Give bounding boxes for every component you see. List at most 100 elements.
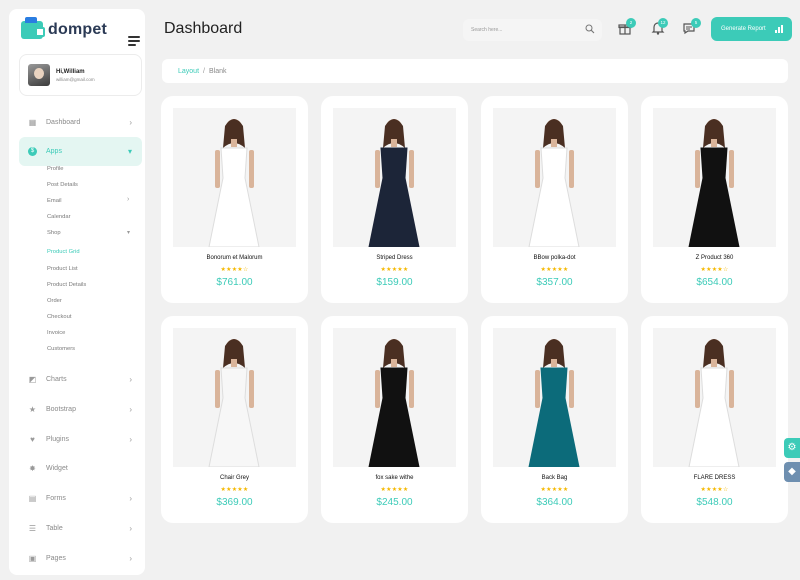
subitem-calendar[interactable]: Calendar bbox=[47, 214, 71, 220]
product-image[interactable] bbox=[653, 108, 776, 247]
product-card[interactable]: Z Product 360 ★★★★☆ $654.00 bbox=[641, 96, 788, 303]
product-price: $159.00 bbox=[376, 277, 413, 288]
search-placeholder: Search here... bbox=[471, 27, 503, 33]
subitem-checkout[interactable]: Checkout bbox=[47, 314, 72, 320]
model-figure bbox=[368, 119, 420, 247]
product-name[interactable]: FLARE DRESS bbox=[641, 475, 788, 481]
star-icon: ★ bbox=[28, 404, 37, 414]
product-price: $369.00 bbox=[216, 497, 253, 508]
product-name[interactable]: Striped Dress bbox=[321, 255, 468, 261]
breadcrumb-current: Blank bbox=[208, 67, 227, 75]
product-card[interactable]: Back Bag ★★★★★ $364.00 bbox=[481, 316, 628, 523]
search-input[interactable]: Search here... bbox=[463, 19, 602, 41]
subitem-customers[interactable]: Customers bbox=[47, 346, 75, 352]
subitem-profile[interactable]: Profile bbox=[47, 166, 63, 172]
user-email: william@gmail.com bbox=[56, 76, 95, 82]
rating-stars-icon: ★★★★★ bbox=[380, 267, 409, 273]
product-name[interactable]: fox sake withe bbox=[321, 475, 468, 481]
table-icon: ☰ bbox=[28, 523, 37, 533]
generate-report-button[interactable]: Generate Report bbox=[711, 17, 792, 41]
chart-icon: ◩ bbox=[28, 374, 37, 384]
rating-stars-icon: ★★★★☆ bbox=[220, 267, 249, 273]
model-figure bbox=[368, 339, 420, 467]
product-name[interactable]: Bonorum et Malorum bbox=[161, 255, 308, 261]
chevron-right-icon: › bbox=[129, 404, 132, 414]
bell-badge: 12 bbox=[658, 18, 668, 28]
bar-chart-icon bbox=[775, 25, 783, 33]
chevron-right-icon: › bbox=[129, 523, 132, 533]
settings-gear-icon[interactable]: ⚙ bbox=[784, 438, 800, 458]
pages-icon: ▣ bbox=[28, 553, 37, 563]
sidebar-item-dashboard[interactable]: ▦ Dashboard › bbox=[19, 109, 142, 135]
avatar bbox=[28, 64, 50, 86]
subitem-shop[interactable]: Shop bbox=[47, 230, 61, 236]
subitem-invoice[interactable]: Invoice bbox=[47, 330, 65, 336]
product-card[interactable]: Bonorum et Malorum ★★★★☆ $761.00 bbox=[161, 96, 308, 303]
product-image[interactable] bbox=[173, 328, 296, 467]
rating-stars-icon: ★★★★★ bbox=[540, 267, 569, 273]
logo[interactable]: dompet bbox=[21, 17, 107, 39]
subitem-product-grid[interactable]: Product Grid bbox=[47, 249, 80, 255]
subitem-post-details[interactable]: Post Details bbox=[47, 182, 78, 188]
product-name[interactable]: BBow polka-dot bbox=[481, 255, 628, 261]
product-name[interactable]: Back Bag bbox=[481, 475, 628, 481]
sidebar-item-plugins[interactable]: ♥ Plugins › bbox=[19, 426, 142, 452]
gift-badge: 2 bbox=[626, 18, 636, 28]
sidebar-item-charts[interactable]: ◩ Charts › bbox=[19, 366, 142, 392]
chevron-right-icon: › bbox=[129, 553, 132, 563]
product-image[interactable] bbox=[493, 328, 616, 467]
model-figure bbox=[688, 119, 740, 247]
product-price: $245.00 bbox=[376, 497, 413, 508]
user-name: Hi,William bbox=[56, 68, 85, 75]
chevron-right-icon: › bbox=[127, 196, 130, 203]
user-profile-card[interactable]: Hi,William william@gmail.com bbox=[19, 54, 142, 96]
subitem-product-details[interactable]: Product Details bbox=[47, 282, 86, 288]
rating-stars-icon: ★★★★☆ bbox=[700, 267, 729, 273]
chat-badge: 5 bbox=[691, 18, 701, 28]
sidebar-item-table[interactable]: ☰ Table › bbox=[19, 515, 142, 541]
rating-stars-icon: ★★★★★ bbox=[380, 487, 409, 493]
sidebar-item-apps[interactable]: $ Apps ▾ bbox=[19, 137, 142, 166]
subitem-product-list[interactable]: Product List bbox=[47, 266, 78, 272]
menu-toggle-icon[interactable] bbox=[128, 36, 140, 46]
subitem-order[interactable]: Order bbox=[47, 298, 62, 304]
product-card[interactable]: BBow polka-dot ★★★★★ $357.00 bbox=[481, 96, 628, 303]
logo-text: dompet bbox=[48, 21, 107, 38]
product-card[interactable]: FLARE DRESS ★★★★☆ $548.00 bbox=[641, 316, 788, 523]
product-image[interactable] bbox=[653, 328, 776, 467]
model-figure bbox=[528, 339, 580, 467]
rating-stars-icon: ★★★★★ bbox=[220, 487, 249, 493]
product-name[interactable]: Chair Grey bbox=[161, 475, 308, 481]
subitem-email[interactable]: Email bbox=[47, 198, 62, 204]
heart-icon: ♥ bbox=[30, 434, 35, 444]
rating-stars-icon: ★★★★★ bbox=[540, 487, 569, 493]
sidebar: dompet Hi,William william@gmail.com ▦ Da… bbox=[9, 9, 145, 575]
product-card[interactable]: Chair Grey ★★★★★ $369.00 bbox=[161, 316, 308, 523]
chevron-down-icon: ▾ bbox=[127, 147, 132, 156]
model-figure bbox=[688, 339, 740, 467]
sidebar-item-pages[interactable]: ▣ Pages › bbox=[19, 545, 142, 571]
theme-drop-icon[interactable]: ◆ bbox=[784, 462, 800, 482]
wallet-logo-icon bbox=[21, 17, 45, 39]
product-card[interactable]: fox sake withe ★★★★★ $245.00 bbox=[321, 316, 468, 523]
model-figure bbox=[208, 339, 260, 467]
widget-icon: ✸ bbox=[29, 463, 36, 473]
product-card[interactable]: Striped Dress ★★★★★ $159.00 bbox=[321, 96, 468, 303]
product-image[interactable] bbox=[333, 108, 456, 247]
breadcrumb-link-layout[interactable]: Layout bbox=[178, 68, 199, 75]
rating-stars-icon: ★★★★☆ bbox=[700, 487, 729, 493]
search-icon[interactable] bbox=[585, 24, 595, 34]
breadcrumb-separator: / bbox=[203, 67, 205, 75]
product-image[interactable] bbox=[493, 108, 616, 247]
breadcrumb: Layout / Blank bbox=[162, 59, 788, 83]
product-name[interactable]: Z Product 360 bbox=[641, 255, 788, 261]
chevron-right-icon: › bbox=[129, 434, 132, 444]
product-image[interactable] bbox=[333, 328, 456, 467]
chevron-down-icon: ▾ bbox=[127, 230, 131, 236]
sidebar-item-forms[interactable]: ▤ Forms › bbox=[19, 485, 142, 511]
sidebar-item-bootstrap[interactable]: ★ Bootstrap › bbox=[19, 396, 142, 422]
product-image[interactable] bbox=[173, 108, 296, 247]
chevron-right-icon: › bbox=[129, 374, 132, 384]
sidebar-item-widget[interactable]: ✸ Widget bbox=[19, 455, 142, 481]
model-figure bbox=[528, 119, 580, 247]
